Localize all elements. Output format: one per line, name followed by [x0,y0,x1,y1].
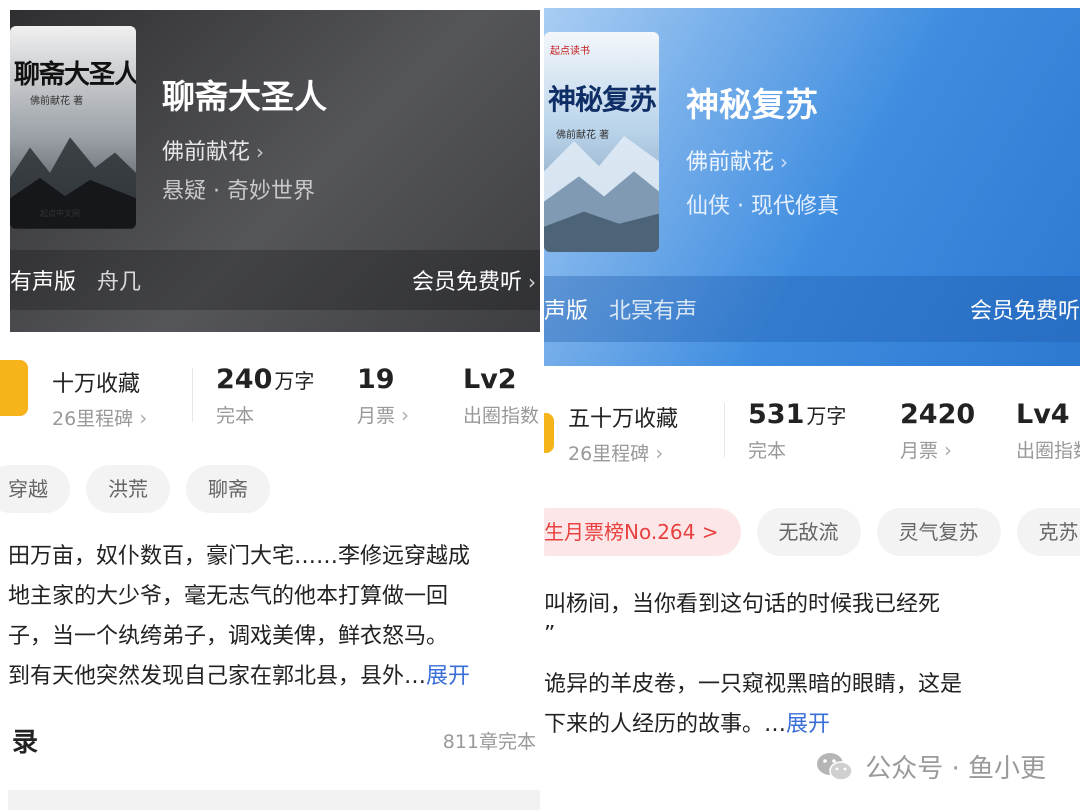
book-title: 神秘复苏 [686,85,818,124]
word-count-stat: 240 万字 完本 [216,364,314,428]
audio-version-bar[interactable]: 有声版 舟几 会员免费听 › [10,250,540,310]
synopsis-line: 到有天他突然发现自己家在郭北县，县外… [8,664,427,689]
chapter-count: 811章完本 [442,731,536,753]
monthly-ticket-label: 月票 [900,440,939,462]
member-listen-link[interactable]: 会员免费听 [970,293,1080,325]
popularity-level: Lv4 [1016,399,1070,430]
completion-status: 完本 [748,440,787,462]
book-cover[interactable]: 聊斋大圣人 佛前献花 著 起点中文网 [10,26,136,229]
chevron-right-icon: › [256,140,265,164]
popularity-label: 出圈指数 [1016,440,1080,462]
ranking-tag[interactable]: 生月票榜No.264 > [544,508,741,556]
collection-stat[interactable]: 十万收藏 26里程碑 › [52,366,147,431]
tag-chip[interactable]: 无敌流 [756,508,861,556]
synopsis-line: ” [544,625,556,647]
tag-list: 穿越 洪荒 聊斋 [0,465,540,513]
milestone-label: 26里程碑 [52,408,134,430]
audio-label: 声版 [544,299,589,324]
member-listen-link[interactable]: 会员免费听 › [412,264,536,296]
left-book-panel: 聊斋大圣人 佛前献花 著 起点中文网 聊斋大圣人 佛前献花 › 悬疑 · 奇妙世界… [0,0,540,810]
milestone-badge-icon [0,360,28,416]
monthly-ticket-stat[interactable]: 2420 月票 › [900,399,975,463]
tag-chip[interactable]: 洪荒 [86,465,170,513]
synopsis-line: 下来的人经历的故事。… [544,712,787,737]
word-count-unit: 万字 [274,369,315,393]
chevron-right-icon: › [655,441,664,465]
tag-list: 生月票榜No.264 > 无敌流 灵气复苏 克苏 [544,508,1080,556]
tag-chip[interactable]: 穿越 [0,465,70,513]
expand-link[interactable]: 展开 [786,712,830,737]
cover-artwork [544,136,659,252]
monthly-ticket-value: 2420 [900,399,976,430]
stat-divider [192,368,193,422]
popularity-stat[interactable]: Lv4 出圈指数 [1016,399,1080,463]
cover-brand: 起点中文网 [40,209,80,218]
chevron-right-icon: › [780,150,789,174]
cover-title: 神秘复苏 [548,83,657,116]
author-link[interactable]: 佛前献花 › [162,134,264,166]
book-header: 聊斋大圣人 佛前献花 著 起点中文网 聊斋大圣人 佛前献花 › 悬疑 · 奇妙世界… [10,10,540,332]
right-book-panel: 起点读书 神秘复苏 佛前献花 著 神秘复苏 佛前献花 › 仙侠 · 现代修真 声版… [544,0,1080,810]
cover-title: 聊斋大圣人 [14,60,136,90]
chevron-right-icon: › [944,438,953,462]
genre-text: 仙侠 · 现代修真 [686,194,839,219]
stat-divider [724,403,725,457]
book-header: 起点读书 神秘复苏 佛前献花 著 神秘复苏 佛前献花 › 仙侠 · 现代修真 声版… [544,8,1080,366]
audio-version-bar[interactable]: 声版 北冥有声 会员免费听 [544,276,1080,342]
cover-author: 佛前献花 著 [556,130,610,141]
word-count-stat: 531 万字 完本 [748,399,846,463]
book-stats: 十万收藏 26里程碑 › 240 万字 完本 19 月票 › Lv2 出圈指数 [0,360,540,440]
milestone-label: 26里程碑 [568,443,650,465]
author-name: 佛前献花 [686,150,775,175]
book-title: 聊斋大圣人 [162,77,327,116]
synopsis-line: 叫杨间，当你看到这句话的时候我已经死 [544,592,941,617]
completion-status: 完本 [216,405,255,427]
chevron-right-icon: › [401,403,410,427]
collection-count: 五十万收藏 [568,407,679,432]
synopsis-line: 田万亩，奴仆数百，豪门大宅……李修远穿越成 [8,544,471,569]
expand-link[interactable]: 展开 [426,664,470,689]
book-stats: 五十万收藏 26里程碑› 531万字 完本 2420 月票› Lv4 出圈指数 [544,395,1080,475]
tag-chip[interactable]: 克苏 [1016,508,1080,556]
popularity-level: Lv2 [463,364,517,395]
chevron-right-icon: › [139,406,148,430]
audio-label: 有声版 [10,270,77,295]
synopsis: 田万亩，奴仆数百，豪门大宅……李修远穿越成 地主家的大少爷，毫无志气的他本打算做… [8,537,470,697]
member-listen-label: 会员免费听 [411,270,522,295]
tag-chip[interactable]: 聊斋 [186,465,270,513]
chevron-right-icon: › [528,270,536,294]
author-link[interactable]: 佛前献花 › [686,144,788,176]
milestone-badge-icon [544,413,554,453]
watermark-text: 公众号 · 鱼小更 [865,754,1046,784]
cover-brand: 起点读书 [550,46,590,57]
synopsis-line: 地主家的大少爷，毫无志气的他本打算做一回 [8,584,449,609]
book-cover[interactable]: 起点读书 神秘复苏 佛前献花 著 [544,32,659,252]
audio-narrator: 舟几 [97,270,142,295]
wechat-icon [817,752,853,781]
genre-text: 悬疑 · 奇妙世界 [162,179,315,204]
synopsis: 叫杨间，当你看到这句话的时候我已经死 ” 诡异的羊皮卷，一只窥视黑暗的眼睛，这是… [544,585,962,745]
popularity-stat[interactable]: Lv2 出圈指数 [463,364,539,428]
tag-chip[interactable]: 灵气复苏 [876,508,1001,556]
audio-narrator: 北冥有声 [609,299,698,324]
catalog-title: 录 [12,728,39,758]
catalog-row[interactable]: 录 811章完本 [12,722,536,759]
synopsis-line: 诡异的羊皮卷，一只窥视黑暗的眼睛，这是 [544,672,963,697]
watermark: 公众号 · 鱼小更 [815,748,1046,785]
author-name: 佛前献花 [162,140,251,165]
monthly-ticket-label: 月票 [357,405,396,427]
member-listen-label: 会员免费听 [969,299,1080,324]
word-count-value: 531 [748,399,805,430]
section-divider [8,790,540,810]
cover-author: 佛前献花 著 [30,96,84,107]
monthly-ticket-value: 19 [357,364,395,395]
popularity-label: 出圈指数 [463,405,540,427]
synopsis-line: 子，当一个纨绔弟子，调戏美俾，鲜衣怒马。 [8,624,449,649]
word-count-unit: 万字 [806,404,847,428]
monthly-ticket-stat[interactable]: 19 月票 › [357,364,409,428]
word-count-value: 240 [216,364,273,395]
collection-count: 十万收藏 [52,372,141,397]
collection-stat[interactable]: 五十万收藏 26里程碑 › [568,401,678,466]
